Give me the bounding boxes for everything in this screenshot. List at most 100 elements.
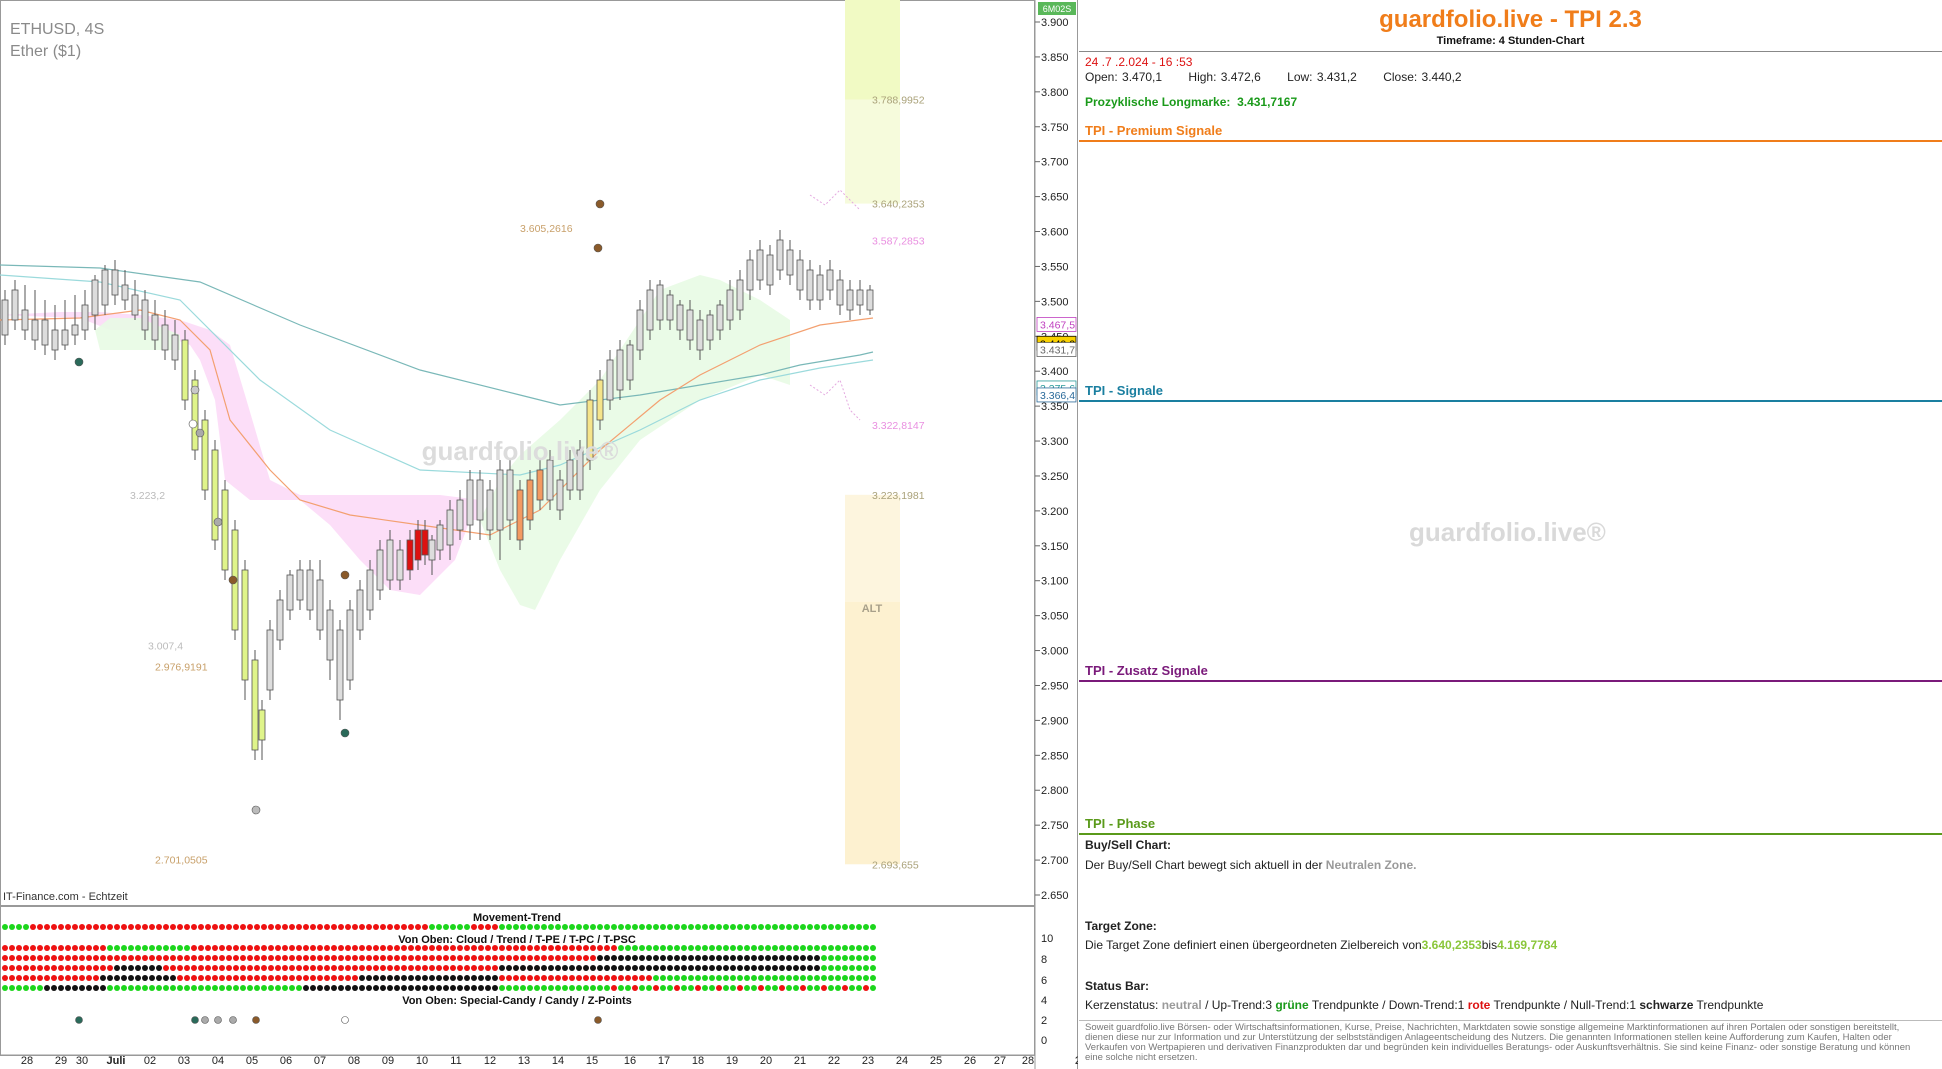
trend-dot <box>716 975 722 981</box>
y-tick-label: 2.900 <box>1041 715 1069 727</box>
trend-dot <box>849 985 855 991</box>
price-level-label: 3.007,4 <box>148 641 183 653</box>
trend-dot <box>93 945 99 951</box>
y-tick-label: 2.850 <box>1041 750 1069 762</box>
divider <box>1079 51 1942 52</box>
trend-dot <box>639 965 645 971</box>
trend-dot <box>247 975 253 981</box>
trend-dot <box>191 955 197 961</box>
trend-dot <box>842 924 848 930</box>
candle-body <box>496 469 504 531</box>
indicator-tick-label: 6 <box>1041 975 1047 987</box>
y-tick-label: 3.700 <box>1041 157 1069 169</box>
trend-dot <box>58 975 64 981</box>
candle-body <box>221 489 229 571</box>
trend-dot <box>247 985 253 991</box>
trend-dot <box>765 965 771 971</box>
trend-dot <box>436 955 442 961</box>
trend-dot <box>534 955 540 961</box>
trend-dot <box>576 945 582 951</box>
candle-body <box>836 279 844 306</box>
trend-dot <box>485 955 491 961</box>
trend-dot <box>219 975 225 981</box>
low-value: Low: 3.431,2 <box>1287 70 1357 84</box>
trend-dot <box>562 965 568 971</box>
y-tick-label: 3.750 <box>1041 122 1069 134</box>
trend-dot <box>450 924 456 930</box>
trend-dot <box>289 975 295 981</box>
candle-body <box>616 349 624 391</box>
trend-dot <box>79 955 85 961</box>
trend-dot <box>681 965 687 971</box>
trend-dot <box>548 924 554 930</box>
candle-body <box>486 489 494 531</box>
trend-dot <box>674 965 680 971</box>
phase-line <box>1079 833 1942 835</box>
x-tick-label: 25 <box>930 1055 942 1067</box>
price-level-label: 2.976,9191 <box>155 662 208 674</box>
trend-dot <box>506 945 512 951</box>
trend-dot <box>604 924 610 930</box>
x-tick-label: 16 <box>624 1055 636 1067</box>
trend-dot <box>429 945 435 951</box>
trend-dot <box>429 975 435 981</box>
trend-dot <box>548 955 554 961</box>
trend-dot <box>436 975 442 981</box>
trend-dot <box>548 945 554 951</box>
trend-dot <box>807 965 813 971</box>
trend-dot <box>373 945 379 951</box>
trend-dot <box>688 965 694 971</box>
trend-dot <box>604 945 610 951</box>
trend-dot <box>44 975 50 981</box>
zusatz-line <box>1079 680 1942 682</box>
trend-dot <box>30 985 36 991</box>
trend-dot <box>156 975 162 981</box>
trend-dot <box>289 945 295 951</box>
trend-dot <box>870 945 876 951</box>
trend-dot <box>485 985 491 991</box>
trend-dot <box>170 975 176 981</box>
trend-dot <box>135 945 141 951</box>
ohlc-row: Open: 3.470,1 High: 3.472,6 Low: 3.431,2… <box>1085 70 1484 84</box>
trend-dot <box>37 985 43 991</box>
y-tick-label: 2.700 <box>1041 855 1069 867</box>
trend-dot <box>394 924 400 930</box>
trend-dot <box>44 924 50 930</box>
tpi-panel: guardfolio.live - TPI 2.3 Timeframe: 4 S… <box>1079 0 1942 1069</box>
trend-dot <box>415 965 421 971</box>
trend-dot <box>471 975 477 981</box>
x-tick-label: 30 <box>76 1055 88 1067</box>
trend-dot <box>534 945 540 951</box>
trend-dot <box>863 965 869 971</box>
trend-dot <box>569 924 575 930</box>
trend-dot <box>37 975 43 981</box>
trend-dot <box>688 924 694 930</box>
trend-dot <box>751 985 757 991</box>
status-b: / Up-Trend:3 <box>1205 998 1272 1012</box>
trend-dot <box>863 975 869 981</box>
section-phase: TPI - Phase <box>1085 816 1156 831</box>
trend-dot <box>408 945 414 951</box>
trend-dot <box>331 965 337 971</box>
trend-dot <box>737 924 743 930</box>
trend-dot <box>541 955 547 961</box>
trend-dot <box>163 985 169 991</box>
section-premium: TPI - Premium Signale <box>1085 123 1223 138</box>
candle-body <box>376 549 384 591</box>
trend-dot <box>121 975 127 981</box>
trend-dot <box>632 975 638 981</box>
trend-dot <box>513 945 519 951</box>
trend-dot <box>849 965 855 971</box>
trend-dot <box>730 965 736 971</box>
trend-dot <box>2 975 8 981</box>
trend-dot <box>394 975 400 981</box>
trend-dot <box>408 924 414 930</box>
trend-dot <box>93 924 99 930</box>
y-tick-label: 3.800 <box>1041 87 1069 99</box>
signal-marker <box>340 570 350 580</box>
trend-dot <box>583 955 589 961</box>
trend-dot <box>856 965 862 971</box>
candle-body <box>786 249 794 276</box>
trend-dot <box>534 985 540 991</box>
candle-body <box>326 609 334 661</box>
